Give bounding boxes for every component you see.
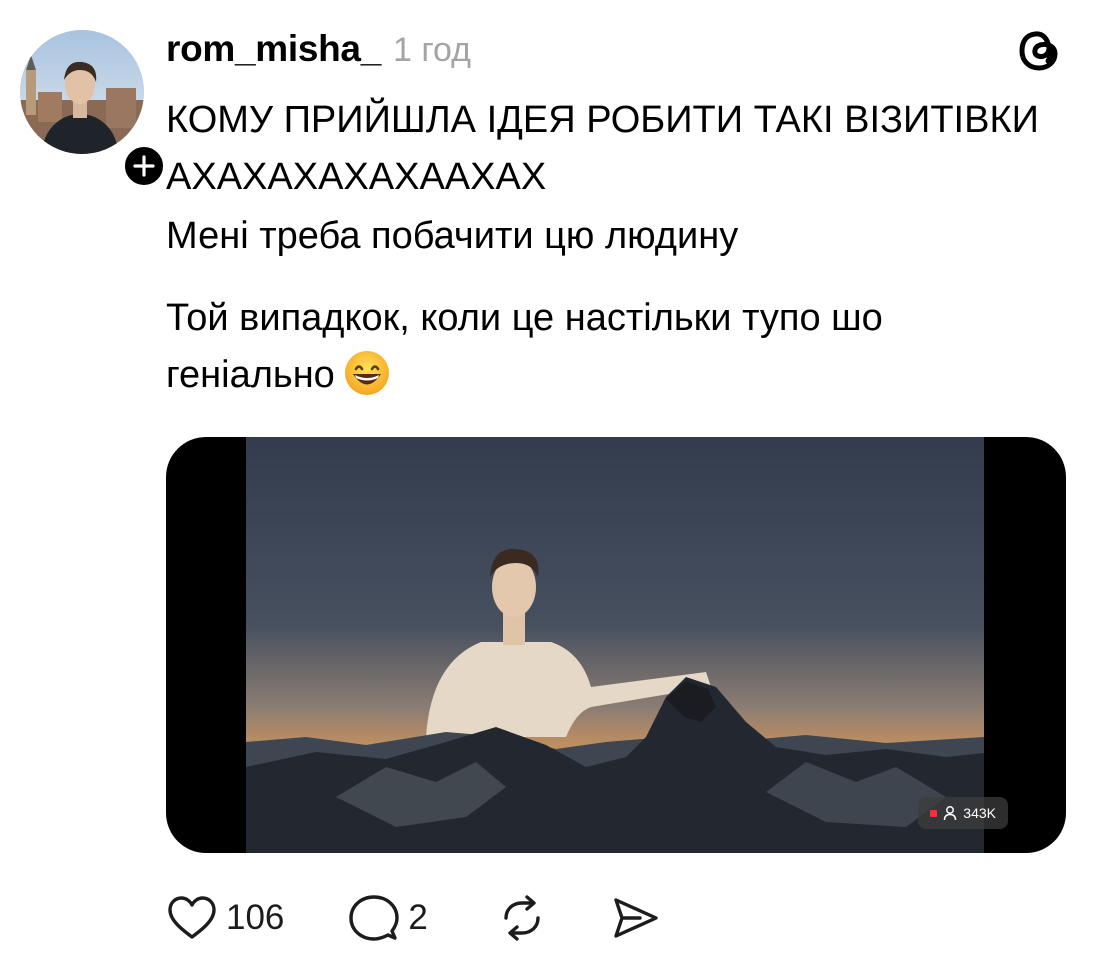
threads-logo[interactable] xyxy=(1013,24,1065,76)
avatar-photo xyxy=(20,30,144,154)
timestamp[interactable]: 1 год xyxy=(393,31,471,70)
like-button[interactable]: 106 xyxy=(166,894,284,942)
post-body: КОМУ ПРИЙШЛА ІДЕЯ РОБИТИ ТАКІ ВІЗИТІВКИ … xyxy=(166,92,1046,404)
video-frame xyxy=(246,437,984,853)
view-count-badge: 343K xyxy=(918,797,1008,829)
grinning-face-emoji-icon xyxy=(344,351,389,395)
action-bar: 106 2 xyxy=(166,890,662,946)
send-icon xyxy=(614,898,658,938)
person-icon xyxy=(944,806,957,821)
follow-button[interactable] xyxy=(120,142,168,190)
share-button[interactable] xyxy=(610,894,662,942)
threads-logo-icon xyxy=(1019,31,1058,71)
view-count: 343K xyxy=(963,805,996,821)
like-count: 106 xyxy=(226,898,285,937)
plus-icon xyxy=(133,155,155,177)
video-player[interactable]: 343K xyxy=(166,437,1066,853)
heart-icon xyxy=(168,896,216,939)
post-text-line-3: Той випадкок, коли це настільки тупо шо … xyxy=(166,290,1046,404)
repost-button[interactable] xyxy=(496,892,548,944)
repost-icon xyxy=(504,895,540,941)
comment-button[interactable]: 2 xyxy=(348,893,428,943)
live-indicator xyxy=(930,809,938,817)
post-text-line-1: КОМУ ПРИЙШЛА ІДЕЯ РОБИТИ ТАКІ ВІЗИТІВКИ … xyxy=(166,99,1039,198)
avatar[interactable] xyxy=(20,30,144,154)
comment-icon xyxy=(349,895,400,941)
post-text-line-2: Мені треба побачити цю людину xyxy=(166,215,739,257)
username[interactable]: rom_misha_ xyxy=(166,28,381,70)
author-avatar-container[interactable] xyxy=(20,30,168,190)
comment-count: 2 xyxy=(408,898,428,937)
post-header: rom_misha_ 1 год xyxy=(166,28,471,72)
post-text-line-3-text: Той випадкок, коли це настільки тупо шо … xyxy=(166,297,883,396)
